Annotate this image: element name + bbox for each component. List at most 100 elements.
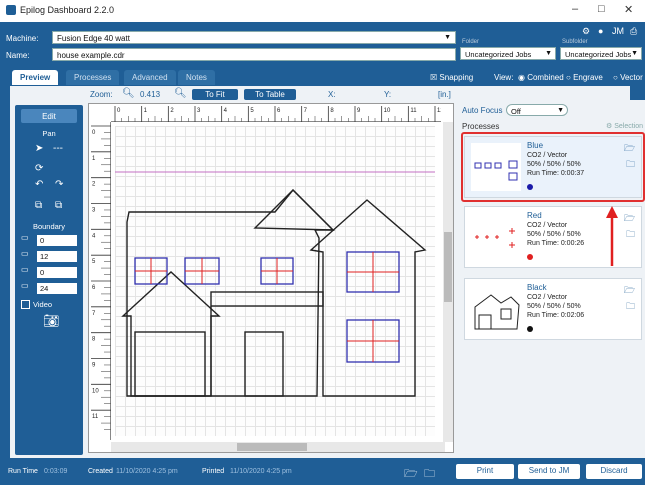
- edit-button[interactable]: Edit: [21, 109, 77, 123]
- process-name: Red: [527, 211, 542, 220]
- title-bar: Epilog Dashboard 2.2.0 – □ ✕: [0, 0, 645, 22]
- horizontal-scroll-thumb[interactable]: [237, 443, 307, 451]
- save-process-icon[interactable]: 🗁︎: [624, 211, 635, 227]
- unit-label: [in.]: [438, 90, 451, 99]
- close-icon[interactable]: ✕: [624, 3, 633, 16]
- vertical-scroll-thumb[interactable]: [444, 232, 452, 302]
- to-fit-button[interactable]: To Fit: [192, 89, 238, 100]
- ruler-tick-label: 9: [357, 108, 361, 114]
- ruler-tick-label: 4: [224, 108, 228, 114]
- selection-text: Selection: [614, 123, 644, 130]
- send-to-jm-button[interactable]: Send to JM: [518, 464, 580, 479]
- view-combined-radio[interactable]: ◉ Combined: [518, 73, 564, 82]
- ruler-top-ticks: 0123456789101112: [114, 106, 456, 122]
- undo-icon[interactable]: ↶: [35, 179, 43, 190]
- zoom-label: Zoom:: [90, 90, 113, 99]
- printed-value: 11/10/2020 4:25 pm: [230, 468, 292, 475]
- ruler-tick-label: 1: [144, 108, 148, 114]
- auto-focus-select[interactable]: Off ▼: [506, 104, 568, 116]
- ruler-tick-label: 7: [92, 311, 96, 317]
- ruler-tick-label: 7: [304, 108, 308, 114]
- selection-label[interactable]: ⚙ Selection: [606, 122, 643, 130]
- process-color-dot: [527, 254, 533, 260]
- video-checkbox[interactable]: [21, 300, 30, 309]
- view-vector-radio[interactable]: ○ Vector: [613, 73, 643, 82]
- vertical-scrollbar[interactable]: [443, 122, 453, 442]
- tab-advanced[interactable]: Advanced: [124, 70, 176, 85]
- job-name-input[interactable]: house example.cdr: [52, 48, 456, 61]
- process-color-dot: [527, 326, 533, 332]
- horizontal-scrollbar[interactable]: [111, 442, 445, 452]
- ruler-left-ticks: 0 1 2 3 4 5 6 7 8 9 10 11: [91, 125, 111, 430]
- ruler-tick-label: 3: [92, 208, 96, 214]
- run-time-label: Run Time: [8, 468, 38, 475]
- house-outline: [121, 188, 427, 397]
- auto-focus-label: Auto Focus: [462, 106, 503, 115]
- ruler-tick-label: 12: [437, 108, 441, 114]
- process-settings: 50% / 50% / 50%: [527, 303, 581, 310]
- tab-preview[interactable]: Preview: [12, 70, 59, 85]
- ruler-left: 0 1 2 3 4 5 6 7 8 9 10 11: [89, 122, 111, 440]
- rotate-icon[interactable]: ⟳: [35, 163, 43, 174]
- discard-button[interactable]: Discard: [586, 464, 642, 479]
- zoom-out-icon[interactable]: 🔍︎: [122, 88, 135, 99]
- snapping-checkbox[interactable]: ☒ Snapping: [430, 73, 473, 82]
- ruler-tick-label: 0: [92, 130, 96, 136]
- tab-processes[interactable]: Processes: [66, 70, 120, 85]
- ruler-tick-label: 4: [92, 233, 96, 239]
- to-table-button[interactable]: To Table: [244, 89, 296, 100]
- folder-select[interactable]: Uncategorized Jobs ▼: [460, 47, 556, 60]
- open-process-icon[interactable]: 🗀︎: [626, 299, 635, 315]
- highlight-annotation: [461, 132, 645, 202]
- preview-canvas[interactable]: 0123456789101112 01234567891011: [88, 103, 456, 453]
- pointer-icon[interactable]: ➤: [35, 143, 43, 154]
- camera-icon[interactable]: 📷︎: [43, 313, 60, 329]
- app-logo-icon: [6, 5, 16, 15]
- redo-icon[interactable]: ↷: [55, 179, 63, 190]
- tab-notes[interactable]: Notes: [178, 70, 215, 85]
- group-icon[interactable]: ⧉: [35, 200, 42, 211]
- boundary-left-icon: ▭: [21, 281, 29, 290]
- boundary-left-input[interactable]: 24: [37, 283, 77, 294]
- zoom-value: 0.413: [140, 90, 161, 99]
- boundary-top-input[interactable]: 0: [37, 235, 77, 246]
- house-artwork: [115, 171, 435, 397]
- ruler-tick-label: 11: [92, 414, 99, 420]
- print-button[interactable]: Print: [456, 464, 514, 479]
- open-process-icon[interactable]: 🗀︎: [626, 227, 635, 243]
- status-bar: Run Time 0:03:09 Created 11/10/2020 4:25…: [0, 460, 645, 485]
- boundary-right-icon: ▭: [21, 249, 29, 258]
- save-job-icon[interactable]: 🗁︎: [404, 465, 418, 484]
- video-label: Video: [33, 300, 53, 309]
- jm-icon[interactable]: JM: [612, 26, 624, 36]
- help-icon[interactable]: ●: [598, 26, 603, 36]
- vector-label: Vector: [620, 73, 643, 82]
- maximize-icon[interactable]: □: [598, 3, 605, 15]
- machine-value: Fusion Edge 40 watt: [57, 34, 130, 43]
- view-engrave-radio[interactable]: ○ Engrave: [566, 73, 603, 82]
- boundary-right-input[interactable]: 12: [37, 251, 77, 262]
- ungroup-icon[interactable]: ⧉: [55, 200, 62, 211]
- boundary-bottom-input[interactable]: 0: [37, 267, 77, 278]
- name-label: Name:: [6, 51, 30, 60]
- settings-icon[interactable]: ⚙: [582, 26, 590, 37]
- subfolder-label: Subfolder: [562, 39, 588, 45]
- created-label: Created: [88, 468, 113, 475]
- view-label: View:: [494, 73, 514, 82]
- ruler-tick-label: 10: [384, 108, 391, 114]
- ruler-tick-label: 10: [92, 388, 99, 394]
- process-card-black[interactable]: Black CO2 / Vector 50% / 50% / 50% Run T…: [464, 278, 642, 340]
- job-name-value: house example.cdr: [57, 51, 125, 60]
- process-name: Black: [527, 283, 547, 292]
- machine-select[interactable]: Fusion Edge 40 watt ▼: [52, 31, 456, 44]
- subfolder-select[interactable]: Uncategorized Jobs ▼: [560, 47, 642, 60]
- save-process-icon[interactable]: 🗁︎: [624, 283, 635, 299]
- open-job-icon[interactable]: 🗀︎: [424, 465, 435, 484]
- printer-icon[interactable]: ⎙: [630, 26, 637, 37]
- combined-label: Combined: [527, 73, 564, 82]
- dash-icon[interactable]: ---: [53, 143, 63, 154]
- zoom-in-icon[interactable]: 🔍︎: [174, 88, 187, 99]
- subfolder-value: Uncategorized Jobs: [565, 50, 632, 59]
- process-settings: 50% / 50% / 50%: [527, 231, 581, 238]
- minimize-icon[interactable]: –: [572, 3, 578, 15]
